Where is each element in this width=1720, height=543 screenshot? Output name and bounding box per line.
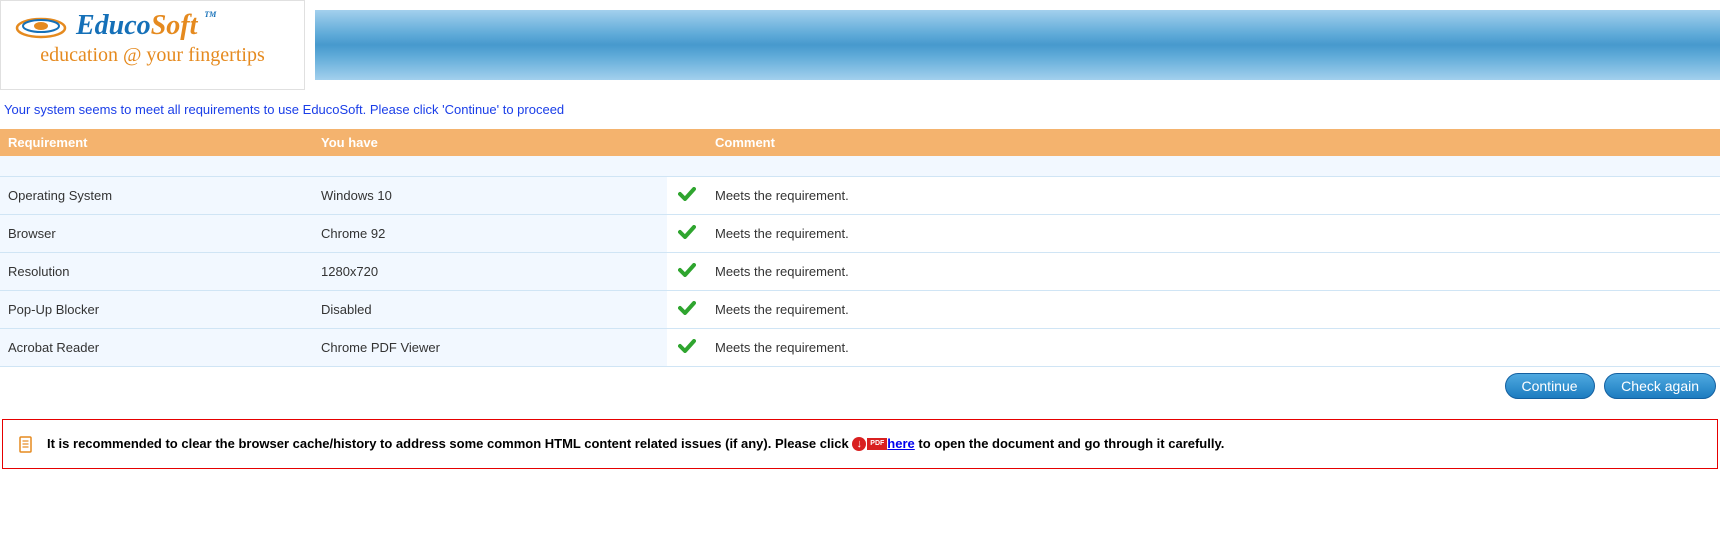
download-arrow-icon: ↓ (852, 437, 866, 451)
cell-youhave: 1280x720 (313, 252, 667, 290)
header-banner (315, 10, 1720, 80)
header-requirement: Requirement (0, 129, 313, 156)
cell-comment: Meets the requirement. (707, 290, 1720, 328)
notice-text-before: It is recommended to clear the browser c… (47, 436, 852, 451)
requirements-table: Requirement You have Comment Operating S… (0, 129, 1720, 367)
table-header-row: Requirement You have Comment (0, 129, 1720, 156)
table-row: BrowserChrome 92 Meets the requirement. (0, 214, 1720, 252)
button-row: Continue Check again (0, 367, 1720, 405)
check-icon (678, 261, 696, 282)
logo-tagline: education @ your fingertips (11, 44, 294, 67)
logo-text-educo: Educo (76, 10, 151, 41)
header-youhave: You have (313, 129, 667, 156)
check-icon (678, 223, 696, 244)
cell-comment: Meets the requirement. (707, 176, 1720, 214)
cell-youhave: Chrome 92 (313, 214, 667, 252)
check-again-button[interactable]: Check again (1604, 373, 1716, 399)
document-icon (17, 436, 35, 454)
table-row: Resolution1280x720 Meets the requirement. (0, 252, 1720, 290)
logo-swoosh-icon (11, 6, 71, 46)
here-link[interactable]: here (887, 436, 914, 451)
continue-button[interactable]: Continue (1505, 373, 1595, 399)
notice-text-after: to open the document and go through it c… (915, 436, 1225, 451)
header-comment: Comment (707, 129, 1720, 156)
cell-requirement: Browser (0, 214, 313, 252)
cell-requirement: Operating System (0, 176, 313, 214)
table-row: Pop-Up BlockerDisabled Meets the requirem… (0, 290, 1720, 328)
check-icon (678, 337, 696, 358)
logo-text-soft: Soft (151, 10, 198, 41)
cell-comment: Meets the requirement. (707, 214, 1720, 252)
logo: EducoSoft TM education @ your fingertips (0, 0, 305, 90)
pdf-label: PDF (867, 438, 887, 451)
cell-youhave: Disabled (313, 290, 667, 328)
cell-comment: Meets the requirement. (707, 252, 1720, 290)
cell-requirement: Acrobat Reader (0, 328, 313, 366)
logo-tm: TM (204, 10, 216, 19)
cell-requirement: Pop-Up Blocker (0, 290, 313, 328)
table-row: Acrobat ReaderChrome PDF Viewer Meets the… (0, 328, 1720, 366)
cell-youhave: Windows 10 (313, 176, 667, 214)
cell-youhave: Chrome PDF Viewer (313, 328, 667, 366)
check-icon (678, 185, 696, 206)
notice-text: It is recommended to clear the browser c… (47, 434, 1224, 454)
check-icon (678, 299, 696, 320)
cell-requirement: Resolution (0, 252, 313, 290)
cell-comment: Meets the requirement. (707, 328, 1720, 366)
status-message: Your system seems to meet all requiremen… (0, 90, 1720, 129)
table-row: Operating SystemWindows 10 Meets the requ… (0, 176, 1720, 214)
pdf-badge-icon: ↓PDF (852, 437, 887, 451)
notice-box: It is recommended to clear the browser c… (2, 419, 1718, 469)
spacer-row (0, 156, 1720, 176)
page-header: EducoSoft TM education @ your fingertips (0, 0, 1720, 90)
